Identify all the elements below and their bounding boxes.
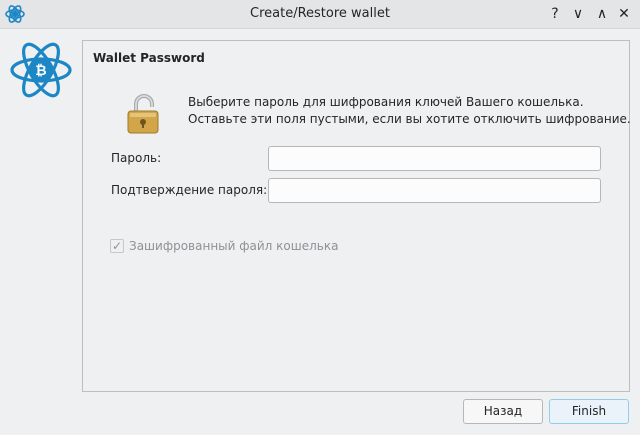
back-button[interactable]: Назад	[463, 399, 543, 424]
password-input[interactable]	[268, 146, 601, 171]
minimize-button[interactable]: ∨	[568, 4, 588, 24]
instruction-text: Выберите пароль для шифрования ключей Ва…	[188, 94, 631, 128]
panel-title: Wallet Password	[93, 51, 205, 65]
maximize-button[interactable]: ∧	[592, 4, 612, 24]
wallet-password-panel: Wallet Password Выберите пароль для шифр…	[82, 40, 631, 392]
encrypt-file-checkbox[interactable]: ✓	[110, 239, 124, 253]
encrypt-file-label: Зашифрованный файл кошелька	[129, 239, 339, 253]
confirm-password-label: Подтверждение пароля:	[111, 183, 268, 197]
password-label: Пароль:	[111, 151, 162, 165]
padlock-open-icon	[127, 94, 159, 134]
finish-button[interactable]: Finish	[549, 399, 629, 424]
confirm-password-input[interactable]	[268, 178, 601, 203]
instruction-line-2: Оставьте эти поля пустыми, если вы хотит…	[188, 112, 631, 126]
instruction-line-1: Выберите пароль для шифрования ключей Ва…	[188, 95, 584, 109]
help-button[interactable]: ?	[545, 4, 565, 24]
title-bar: Create/Restore wallet ? ∨ ∧ ✕	[0, 0, 640, 29]
svg-text:₿: ₿	[35, 63, 46, 79]
window-title: Create/Restore wallet	[250, 6, 390, 21]
electrum-logo-icon: ₿	[10, 42, 72, 98]
close-button[interactable]: ✕	[614, 4, 634, 24]
